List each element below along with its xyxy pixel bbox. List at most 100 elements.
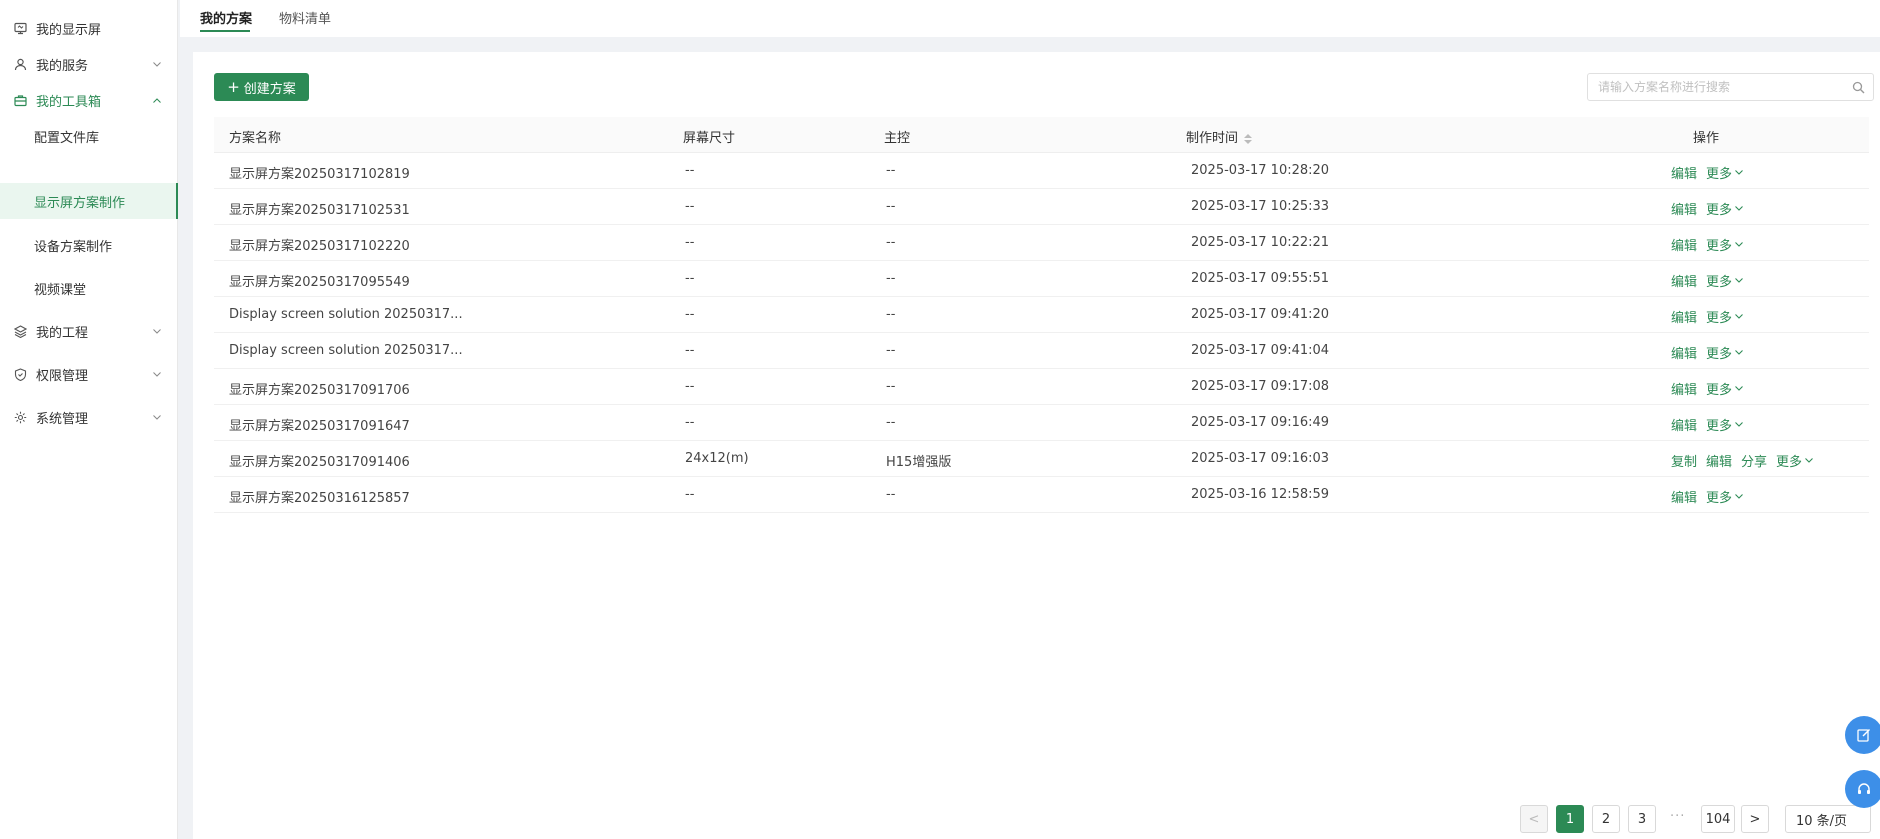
sidebar-item-label: 视频课堂 bbox=[34, 282, 87, 298]
cell-time: 2025-03-17 09:16:49 bbox=[1191, 415, 1330, 430]
row-more-dropdown[interactable]: 更多 bbox=[1706, 163, 1743, 182]
column-header-name: 方案名称 bbox=[229, 131, 282, 146]
create-solution-label: 创建方案 bbox=[243, 81, 296, 97]
sort-icon[interactable] bbox=[1244, 133, 1253, 145]
create-solution-button[interactable]: + 创建方案 bbox=[214, 73, 309, 101]
cell-time: 2025-03-17 09:41:20 bbox=[1191, 307, 1330, 322]
cell-name: 显示屏方案20250317102819 bbox=[229, 167, 410, 182]
sidebar: 我的显示屏 我的服务 我的工具箱 配置文件库 显示屏方案制作 设备方案制作 视频… bbox=[0, 0, 178, 839]
row-more-dropdown[interactable]: 更多 bbox=[1706, 415, 1743, 434]
sidebar-item-display-solution[interactable]: 显示屏方案制作 bbox=[0, 183, 178, 219]
row-action-link[interactable]: 编辑 bbox=[1671, 235, 1697, 254]
shield-icon bbox=[13, 367, 27, 381]
column-header-time[interactable]: 制作时间 bbox=[1186, 127, 1253, 146]
row-action-link[interactable]: 编辑 bbox=[1671, 199, 1697, 218]
row-action-link[interactable]: 编辑 bbox=[1671, 487, 1697, 506]
page-button[interactable]: 2 bbox=[1592, 805, 1620, 833]
table-row: 显示屏方案20250317102531 -- -- 2025-03-17 10:25:… bbox=[214, 189, 1869, 225]
sidebar-item-config-library[interactable]: 配置文件库 bbox=[0, 118, 178, 154]
cell-controller: -- bbox=[886, 487, 896, 502]
cell-size: -- bbox=[685, 415, 695, 430]
toolbox-icon bbox=[13, 93, 27, 107]
cell-controller: -- bbox=[886, 415, 896, 430]
row-more-dropdown[interactable]: 更多 bbox=[1776, 451, 1813, 470]
more-label: 更多 bbox=[1776, 455, 1803, 470]
row-actions: 编辑 更多 bbox=[1671, 235, 1743, 254]
chevron-down-icon bbox=[1735, 242, 1743, 247]
more-label: 更多 bbox=[1706, 203, 1733, 218]
page-button[interactable]: 1 bbox=[1556, 805, 1584, 833]
more-label: 更多 bbox=[1706, 347, 1733, 362]
tab-my-solutions[interactable]: 我的方案 bbox=[200, 8, 252, 27]
sidebar-item-permissions[interactable]: 权限管理 bbox=[0, 356, 178, 392]
column-header-controller: 主控 bbox=[884, 131, 911, 146]
row-action-link[interactable]: 编辑 bbox=[1671, 379, 1697, 398]
table-row: Display screen solution 20250317... -- -- 2… bbox=[214, 297, 1869, 333]
cell-name: 显示屏方案20250317102531 bbox=[229, 203, 410, 218]
sidebar-item-toolbox[interactable]: 我的工具箱 bbox=[0, 82, 178, 118]
cell-size: -- bbox=[685, 487, 695, 502]
last-page-button[interactable]: 104 bbox=[1701, 805, 1735, 833]
row-action-link[interactable]: 编辑 bbox=[1706, 451, 1732, 470]
sidebar-item-label: 我的服务 bbox=[36, 58, 89, 74]
tab-bill-of-materials[interactable]: 物料清单 bbox=[279, 8, 331, 27]
row-action-link[interactable]: 分享 bbox=[1741, 451, 1767, 470]
page-button[interactable]: 3 bbox=[1628, 805, 1656, 833]
pagination-ellipsis[interactable]: ··· bbox=[1670, 809, 1685, 824]
cell-controller: -- bbox=[886, 235, 896, 250]
sidebar-item-video-class[interactable]: 视频课堂 bbox=[0, 270, 178, 306]
row-more-dropdown[interactable]: 更多 bbox=[1706, 379, 1743, 398]
chevron-down-icon bbox=[1735, 206, 1743, 211]
column-header-size: 屏幕尺寸 bbox=[683, 131, 736, 146]
more-label: 更多 bbox=[1706, 383, 1733, 398]
row-more-dropdown[interactable]: 更多 bbox=[1706, 235, 1743, 254]
page-size-select[interactable]: 10 条/页 bbox=[1785, 805, 1871, 833]
more-label: 更多 bbox=[1706, 491, 1733, 506]
sidebar-item-my-projects[interactable]: 我的工程 bbox=[0, 313, 178, 349]
row-actions: 编辑 更多 bbox=[1671, 415, 1743, 434]
search-icon[interactable] bbox=[1852, 81, 1865, 94]
table-row: 显示屏方案20250317102220 -- -- 2025-03-17 10:22:… bbox=[214, 225, 1869, 261]
row-action-link[interactable]: 复制 bbox=[1671, 451, 1697, 470]
solutions-table: 方案名称 屏幕尺寸 主控 制作时间 操作 显示屏方案20250317102819… bbox=[214, 117, 1869, 513]
customer-service-button[interactable] bbox=[1845, 770, 1880, 808]
row-action-link[interactable]: 编辑 bbox=[1671, 271, 1697, 290]
chevron-down-icon bbox=[1805, 458, 1813, 463]
table-row: 显示屏方案20250317095549 -- -- 2025-03-17 09:55:… bbox=[214, 261, 1869, 297]
sidebar-item-label: 我的工程 bbox=[36, 325, 89, 341]
row-more-dropdown[interactable]: 更多 bbox=[1706, 487, 1743, 506]
chevron-down-icon bbox=[152, 326, 162, 336]
row-more-dropdown[interactable]: 更多 bbox=[1706, 307, 1743, 326]
prev-page-button[interactable]: < bbox=[1520, 805, 1548, 833]
row-actions: 编辑 更多 bbox=[1671, 163, 1743, 182]
row-action-link[interactable]: 编辑 bbox=[1671, 307, 1697, 326]
more-label: 更多 bbox=[1706, 311, 1733, 326]
row-action-link[interactable]: 编辑 bbox=[1671, 343, 1697, 362]
row-more-dropdown[interactable]: 更多 bbox=[1706, 343, 1743, 362]
next-page-button[interactable]: > bbox=[1741, 805, 1769, 833]
row-action-link[interactable]: 编辑 bbox=[1671, 163, 1697, 182]
more-label: 更多 bbox=[1706, 275, 1733, 290]
cell-size: -- bbox=[685, 199, 695, 214]
sidebar-item-label: 我的显示屏 bbox=[36, 22, 102, 38]
table-row: Display screen solution 20250317... -- -- 2… bbox=[214, 333, 1869, 369]
row-actions: 编辑 更多 bbox=[1671, 487, 1743, 506]
row-action-link[interactable]: 编辑 bbox=[1671, 415, 1697, 434]
cell-time: 2025-03-17 09:17:08 bbox=[1191, 379, 1330, 394]
row-actions: 编辑 更多 bbox=[1671, 199, 1743, 218]
sidebar-item-my-display[interactable]: 我的显示屏 bbox=[0, 10, 178, 46]
cell-size: -- bbox=[685, 379, 695, 394]
cell-controller: H15增强版 bbox=[886, 455, 952, 470]
search-input[interactable] bbox=[1588, 74, 1838, 100]
table-body: 显示屏方案20250317102819 -- -- 2025-03-17 10:28:… bbox=[214, 153, 1869, 513]
feedback-button[interactable] bbox=[1845, 716, 1880, 754]
cell-name: 显示屏方案20250317102220 bbox=[229, 239, 410, 254]
sidebar-item-my-services[interactable]: 我的服务 bbox=[0, 46, 178, 82]
sidebar-item-device-solution[interactable]: 设备方案制作 bbox=[0, 227, 178, 263]
row-more-dropdown[interactable]: 更多 bbox=[1706, 199, 1743, 218]
sidebar-item-system[interactable]: 系统管理 bbox=[0, 399, 178, 435]
sidebar-item-label: 配置文件库 bbox=[34, 130, 100, 146]
row-more-dropdown[interactable]: 更多 bbox=[1706, 271, 1743, 290]
chevron-down-icon bbox=[1735, 278, 1743, 283]
monitor-icon bbox=[13, 21, 27, 35]
